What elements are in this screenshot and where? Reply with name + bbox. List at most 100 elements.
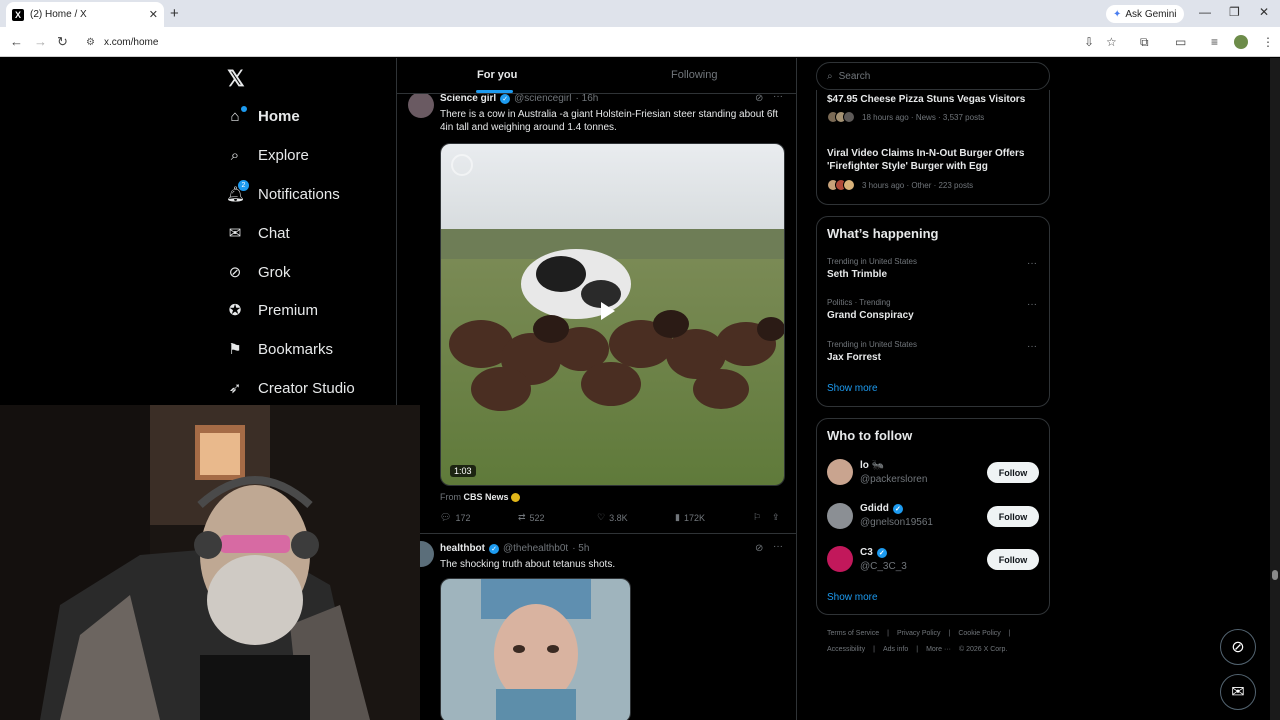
more-link[interactable]: More ··· — [926, 646, 951, 653]
reply-button[interactable]: 💬︎ 172 — [440, 512, 470, 523]
news-item-title[interactable]: Viral Video Claims In-N-Out Burger Offer… — [827, 147, 1042, 173]
extensions-icon[interactable]: ⧉ — [1140, 35, 1149, 50]
split-view-icon[interactable]: ▭ — [1175, 35, 1186, 49]
tab-following[interactable]: Following — [671, 69, 717, 81]
gold-verified-icon — [511, 493, 521, 503]
trend-name[interactable]: Jax Forrest — [827, 352, 881, 363]
more-icon[interactable]: ··· — [1027, 258, 1037, 269]
author-handle[interactable]: @sciencegirl — [514, 93, 571, 104]
source-name[interactable]: CBS News — [464, 492, 509, 502]
nav-bookmarks-label: Bookmarks — [258, 340, 334, 358]
grok-post-icon[interactable]: ⊘ — [755, 543, 763, 554]
post-image[interactable] — [440, 578, 631, 720]
trend-name[interactable]: Seth Trimble — [827, 269, 887, 280]
tab-search-icon[interactable]: ≡ — [1211, 35, 1218, 49]
trend-name[interactable]: Grand Conspiracy — [827, 310, 914, 321]
scrollbar[interactable] — [1270, 58, 1280, 720]
cookie-link[interactable]: Cookie Policy — [958, 630, 1000, 637]
bookmark-star-icon[interactable]: ☆ — [1106, 35, 1117, 49]
user-handle[interactable]: @C_3C_3 — [860, 561, 907, 572]
show-more-link[interactable]: Show more — [827, 383, 878, 394]
install-app-icon[interactable]: ⇩ — [1084, 35, 1094, 49]
close-tab-icon[interactable]: ✕ — [149, 8, 158, 21]
privacy-link[interactable]: Privacy Policy — [897, 630, 941, 637]
user-name[interactable]: C3 ✓ — [860, 547, 887, 558]
views-button[interactable]: ▮ 172K — [675, 512, 705, 523]
grok-post-icon[interactable]: ⊘ — [755, 93, 763, 104]
follow-button[interactable]: Follow — [987, 462, 1039, 483]
close-window-icon[interactable]: ✕ — [1259, 5, 1269, 19]
repost-button[interactable]: ⇄ 522 — [518, 512, 545, 523]
back-icon[interactable]: ← — [10, 34, 23, 49]
post-header: healthbot ✓ @thehealthb0t · 5h — [440, 543, 589, 554]
messages-fab[interactable]: ✉ — [1220, 674, 1256, 710]
more-icon[interactable]: ··· — [773, 541, 783, 552]
like-button[interactable]: ♡ 3.8K — [597, 512, 628, 523]
active-tab-indicator — [476, 90, 513, 93]
nav-grok[interactable]: ⊘ Grok — [226, 258, 291, 286]
nav-grok-label: Grok — [258, 263, 291, 281]
post-healthbot[interactable]: healthbot ✓ @thehealthb0t · 5h ⊘ ··· The… — [397, 539, 796, 720]
follow-button[interactable]: Follow — [987, 549, 1039, 570]
footer-line-1: Terms of Service | Privacy Policy | Cookie P… — [827, 626, 1042, 642]
author-name[interactable]: Science girl — [440, 93, 496, 104]
user-handle[interactable]: @gnelson19561 — [860, 517, 933, 528]
avatar[interactable] — [827, 503, 853, 529]
x-logo-icon[interactable]: 𝕏 — [227, 66, 245, 92]
nav-chat[interactable]: ✉ Chat — [226, 219, 290, 247]
avatar[interactable] — [827, 459, 853, 485]
nav-home[interactable]: ⌂ Home — [226, 102, 300, 130]
tab-for-you[interactable]: For you — [477, 69, 517, 81]
more-icon[interactable]: ··· — [1027, 341, 1037, 352]
user-name-text: Gdidd — [860, 503, 889, 514]
site-settings-icon[interactable]: ⚙ — [86, 37, 95, 48]
ads-info-link[interactable]: Ads info — [883, 646, 908, 653]
user-name[interactable]: Gdidd ✓ — [860, 503, 903, 514]
show-more-link[interactable]: Show more — [827, 592, 878, 603]
user-name-text: C3 — [860, 547, 873, 558]
user-name[interactable]: lo 🐜 — [860, 460, 884, 471]
minimize-icon[interactable]: — — [1199, 5, 1211, 19]
nav-creator-studio[interactable]: ➶ Creator Studio — [226, 374, 355, 402]
from-prefix: From — [440, 492, 461, 502]
new-tab-icon[interactable]: + — [170, 5, 179, 22]
author-name[interactable]: healthbot — [440, 543, 485, 554]
forward-icon[interactable]: → — [34, 34, 47, 49]
play-icon[interactable] — [601, 302, 615, 320]
scrollbar-thumb[interactable] — [1272, 570, 1278, 580]
reload-icon[interactable]: ↻ — [57, 34, 68, 50]
url-field[interactable]: ⚙ x.com/home — [80, 31, 1070, 53]
footer-sep: | — [916, 646, 919, 653]
nav-notifications-label: Notifications — [258, 185, 340, 203]
avatar[interactable] — [408, 92, 434, 118]
grok-fab[interactable]: ⊘ — [1220, 629, 1256, 665]
nav-notifications[interactable]: 🔔︎ 2 Notifications — [226, 180, 340, 208]
post-science-girl[interactable]: Science girl ✓ @sciencegirl · 16h ⊘ ··· … — [397, 90, 796, 532]
browser-menu-icon[interactable]: ⋮ — [1262, 35, 1274, 49]
ask-gemini-button[interactable]: ✦ Ask Gemini — [1106, 5, 1184, 23]
author-handle[interactable]: @thehealthb0t — [503, 543, 568, 554]
post-time[interactable]: · 16h — [576, 93, 599, 104]
bookmark-post-icon[interactable]: ⚐ — [753, 512, 761, 523]
news-meta-text: 18 hours ago · News · 3,537 posts — [862, 112, 985, 122]
restore-icon[interactable]: ❐ — [1229, 5, 1240, 19]
profile-avatar[interactable] — [1234, 35, 1248, 49]
terms-link[interactable]: Terms of Service — [827, 630, 879, 637]
avatar[interactable] — [827, 546, 853, 572]
accessibility-link[interactable]: Accessibility — [827, 646, 865, 653]
follow-button[interactable]: Follow — [987, 506, 1039, 527]
more-icon[interactable]: ··· — [1027, 299, 1037, 310]
user-handle[interactable]: @packersloren — [860, 474, 927, 485]
right-divider — [796, 58, 797, 720]
nav-explore[interactable]: ⌕ Explore — [226, 141, 309, 169]
post-time[interactable]: · 5h — [572, 543, 589, 554]
news-item-title[interactable]: $47.95 Cheese Pizza Stuns Vegas Visitors — [827, 93, 1042, 106]
nav-premium[interactable]: ✪ Premium — [226, 296, 318, 324]
repost-icon: ⇄ — [518, 512, 526, 522]
share-icon[interactable]: ⇪ — [772, 512, 780, 523]
search-input[interactable]: ⌕ Search — [816, 62, 1050, 90]
browser-tab[interactable]: X (2) Home / X ✕ — [6, 2, 164, 27]
post-actions: 💬︎ 172 ⇄ 522 ♡ 3.8K ▮ 172K ⚐ ⇪ — [440, 512, 785, 526]
video-player[interactable]: 1:03 — [440, 143, 785, 486]
nav-bookmarks[interactable]: ⚑ Bookmarks — [226, 335, 333, 363]
